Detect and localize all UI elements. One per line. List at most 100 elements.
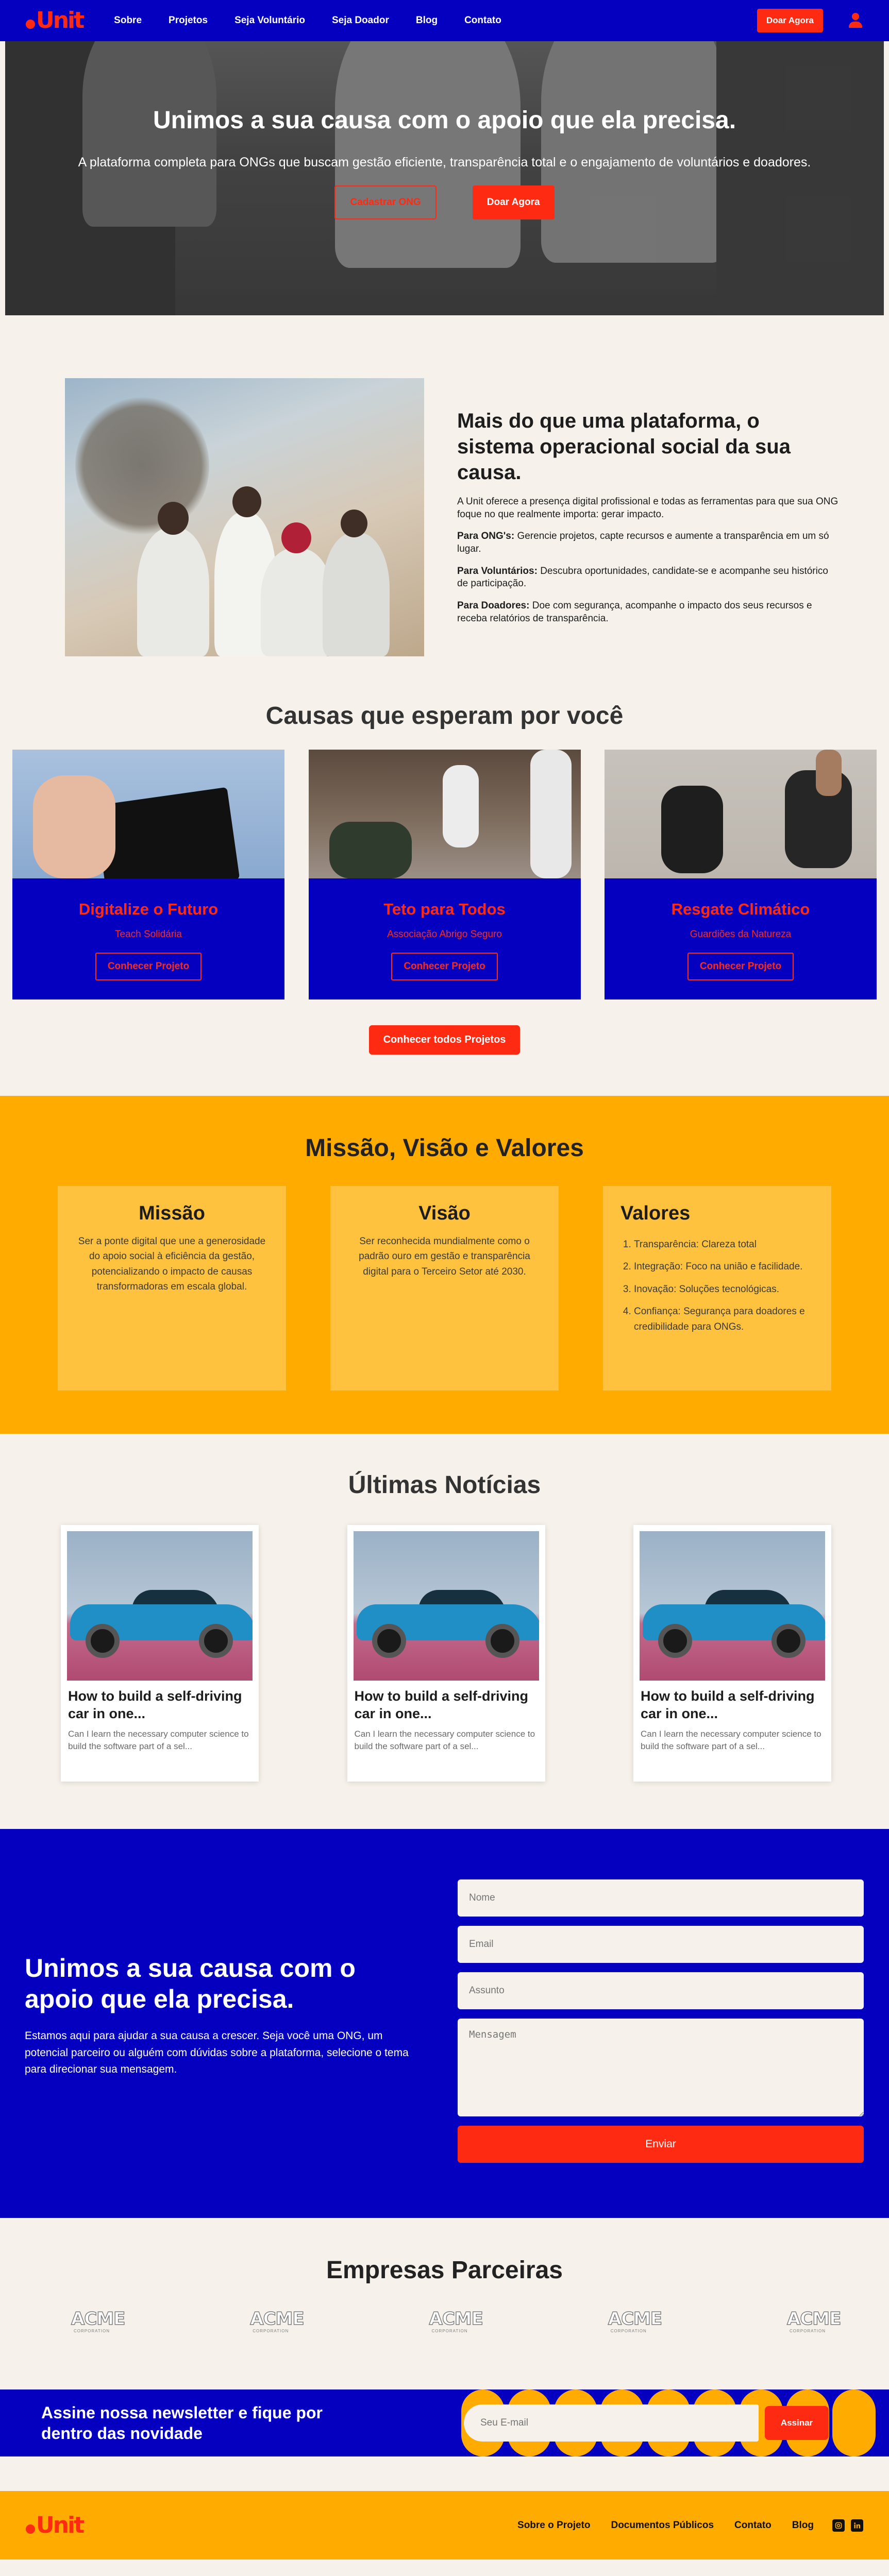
partner-logo[interactable]: ACME CORPORATION — [71, 2310, 126, 2333]
cause-photo-shrub — [329, 822, 412, 878]
cause-photo-shelter — [308, 750, 581, 878]
news-card[interactable]: How to build a self-driving car in one..… — [61, 1525, 259, 1782]
nav-link-blog[interactable]: Blog — [416, 15, 438, 26]
causes-grid: Digitalize o Futuro Teach Solidária Conh… — [0, 750, 889, 999]
news-card[interactable]: How to build a self-driving car in one..… — [347, 1525, 545, 1782]
mvv-grid: Missão Ser a ponte digital que une a gen… — [0, 1186, 889, 1391]
subject-field[interactable] — [458, 1972, 864, 2009]
mission-vision-values-section: Missão, Visão e Valores Missão Ser a pon… — [0, 1096, 889, 1434]
footer-link-blog[interactable]: Blog — [792, 2520, 814, 2531]
footer-link-public-documents[interactable]: Documentos Públicos — [611, 2520, 714, 2531]
vision-card: Visão Ser reconhecida mundialmente como … — [330, 1186, 559, 1391]
subscribe-button[interactable]: Assinar — [765, 2406, 829, 2440]
news-headline[interactable]: How to build a self-driving car in one..… — [640, 1688, 825, 1723]
contact-section: Unimos a sua causa com o apoio que ela p… — [0, 1829, 889, 2218]
view-project-button[interactable]: Conhecer Projeto — [687, 953, 794, 980]
footer-link-about[interactable]: Sobre o Projeto — [517, 2520, 590, 2531]
nav-link-projetos[interactable]: Projetos — [169, 15, 208, 26]
cause-photo-leg — [816, 750, 842, 796]
cause-photo-clipboard — [94, 787, 240, 878]
logo-text: Unit — [36, 7, 85, 33]
partner-logo[interactable]: ACME CORPORATION — [786, 2310, 842, 2333]
hero-section: Unimos a sua causa com o apoio que ela p… — [5, 41, 884, 315]
footer-link-contact[interactable]: Contato — [734, 2520, 771, 2531]
cause-photo-tablet — [12, 750, 284, 878]
values-title: Valores — [620, 1202, 691, 1224]
car-wheel — [485, 1624, 519, 1658]
nav-links: Sobre Projetos Seja Voluntário Seja Doad… — [114, 15, 501, 26]
values-item: Transparência: Clareza total — [634, 1237, 814, 1252]
hero-donate-button[interactable]: Doar Agora — [472, 185, 555, 219]
cause-title: Resgate Climático — [671, 900, 810, 918]
nav-link-contato[interactable]: Contato — [464, 15, 501, 26]
hero-buttons: Cadastrar ONG Doar Agora — [334, 185, 555, 219]
about-title: Mais do que uma plataforma, o sistema op… — [457, 410, 791, 484]
causes-title: Causas que esperam por você — [265, 702, 624, 730]
news-card[interactable]: How to build a self-driving car in one..… — [633, 1525, 831, 1782]
nav-link-seja-doador[interactable]: Seja Doador — [332, 15, 389, 26]
newsletter-section: Assine nossa newsletter e fique por dent… — [0, 2389, 889, 2456]
newsletter-title: Assine nossa newsletter e fique por dent… — [41, 2403, 323, 2443]
car-image — [356, 1588, 539, 1658]
partner-logo[interactable]: ACME CORPORATION — [250, 2309, 305, 2333]
partner-logo[interactable]: ACME CORPORATION — [429, 2310, 484, 2333]
car-wheel — [199, 1624, 233, 1658]
logo[interactable]: Unit — [26, 7, 85, 33]
hero-content: Unimos a sua causa com o apoio que ela p… — [5, 41, 884, 315]
vision-title: Visão — [418, 1202, 471, 1224]
values-card: Valores Transparência: Clareza total Int… — [603, 1186, 831, 1391]
news-excerpt: Can I learn the necessary computer scien… — [68, 1728, 249, 1752]
linkedin-icon[interactable] — [851, 2519, 863, 2532]
about-photo-person — [323, 533, 390, 656]
partner-logo[interactable]: ACME CORPORATION — [608, 2310, 663, 2333]
footer-links: Sobre o Projeto Documentos Públicos Cont… — [517, 2520, 814, 2531]
about-photo-head — [281, 522, 311, 553]
vision-text: Ser reconhecida mundialmente como o padr… — [359, 1236, 530, 1277]
nav-link-seja-voluntario[interactable]: Seja Voluntário — [234, 15, 305, 26]
instagram-icon[interactable] — [832, 2519, 845, 2532]
about-photo-head — [158, 502, 189, 535]
view-project-button[interactable]: Conhecer Projeto — [95, 953, 202, 980]
footer-logo[interactable]: Unit — [26, 2512, 85, 2538]
name-field[interactable] — [458, 1879, 864, 1917]
nav-link-sobre[interactable]: Sobre — [114, 15, 142, 26]
about-photo-head — [232, 486, 261, 517]
about-photo-tree — [75, 394, 209, 538]
view-project-button[interactable]: Conhecer Projeto — [391, 953, 498, 980]
email-field[interactable] — [458, 1926, 864, 1963]
newsletter-email-input[interactable] — [464, 2404, 759, 2442]
top-navbar: Unit Sobre Projetos Seja Voluntário Seja… — [0, 0, 889, 41]
partners-section: Empresas Parceiras ACME CORPORATION ACME C… — [0, 2218, 889, 2389]
about-item-ongs: Para ONG's: Gerencie projetos, capte rec… — [457, 530, 838, 555]
values-item: Inovação: Soluções tecnológicas. — [634, 1282, 814, 1297]
user-icon[interactable] — [848, 13, 863, 28]
about-photo-head — [341, 510, 367, 537]
cause-photo-trash-bag — [661, 786, 723, 873]
cause-photo-cleanup — [605, 750, 877, 878]
news-headline[interactable]: How to build a self-driving car in one..… — [354, 1688, 539, 1723]
message-field[interactable] — [458, 2019, 864, 2116]
about-photo-person — [261, 548, 333, 656]
mission-card: Missão Ser a ponte digital que une a gen… — [58, 1186, 286, 1391]
partner-logo-sub: CORPORATION — [431, 2329, 468, 2333]
contact-title: Unimos a sua causa com o apoio que ela p… — [25, 1954, 356, 2013]
car-wheel — [771, 1624, 806, 1658]
partners-title: Empresas Parceiras — [326, 2257, 563, 2284]
partner-logo-sub: CORPORATION — [610, 2329, 647, 2333]
view-all-projects-button[interactable]: Conhecer todos Projetos — [368, 1025, 521, 1055]
footer-spacer — [0, 2456, 889, 2491]
about-section: Mais do que uma plataforma, o sistema op… — [0, 315, 889, 702]
register-ngo-button[interactable]: Cadastrar ONG — [334, 185, 437, 219]
logo-text: Unit — [36, 2512, 85, 2538]
about-text: Mais do que uma plataforma, o sistema op… — [457, 378, 838, 702]
news-headline[interactable]: How to build a self-driving car in one..… — [67, 1688, 253, 1723]
partner-logo-sub: CORPORATION — [74, 2329, 110, 2333]
send-button[interactable]: Enviar — [458, 2126, 864, 2163]
car-wheel — [86, 1624, 120, 1658]
partner-logo-mark: ACME — [250, 2309, 305, 2329]
hero-subtitle: A plataforma completa para ONGs que busc… — [78, 155, 811, 170]
donate-now-button[interactable]: Doar Agora — [757, 9, 823, 32]
about-item-label: Para ONG's: — [457, 531, 515, 542]
cause-card: Digitalize o Futuro Teach Solidária Conh… — [12, 750, 284, 999]
news-thumbnail — [353, 1531, 539, 1681]
